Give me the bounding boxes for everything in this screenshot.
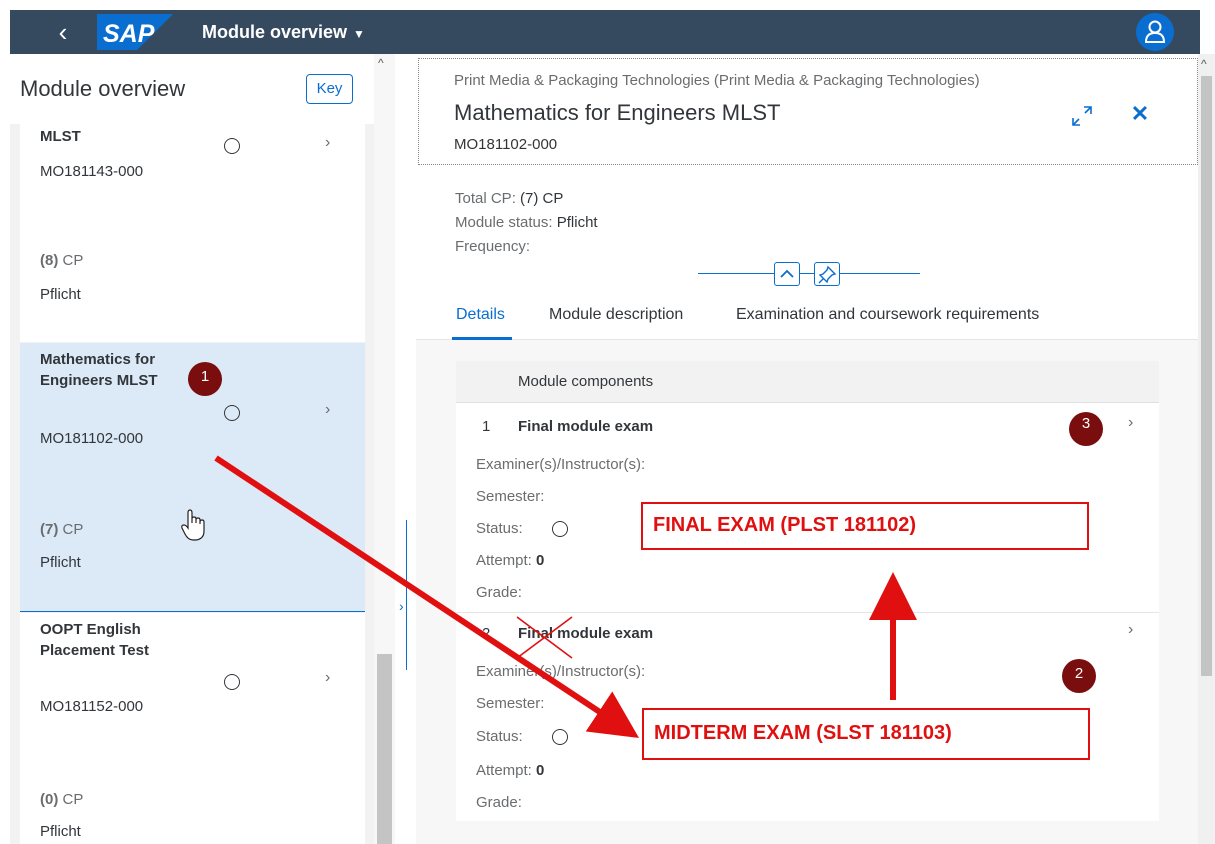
module-status-attribute: Module status: Pflicht bbox=[455, 214, 598, 231]
attempt-field: Attempt: 0 bbox=[476, 552, 545, 569]
status-circle-icon bbox=[224, 138, 240, 154]
examiner-field: Examiner(s)/Instructor(s): bbox=[476, 456, 646, 473]
chevron-left-icon: ‹ bbox=[58, 17, 68, 47]
list-item-cp: (8) CP bbox=[40, 252, 84, 269]
detail-scrollbar[interactable]: ^ bbox=[1198, 54, 1215, 844]
pin-header-button[interactable] bbox=[814, 262, 840, 286]
caret-down-icon: ▼ bbox=[353, 27, 365, 41]
status-circle-icon bbox=[224, 674, 240, 690]
user-icon bbox=[1144, 20, 1166, 43]
list-item-cp: (7) CP bbox=[40, 521, 84, 538]
chevron-right-icon: › bbox=[325, 134, 331, 151]
split-line bbox=[406, 520, 407, 670]
scroll-up-icon[interactable]: ^ bbox=[378, 56, 384, 70]
hand-cursor-icon bbox=[181, 509, 205, 541]
list-item-oopt[interactable]: OOPT English Placement Test MO181152-000… bbox=[20, 613, 365, 844]
status-circle-icon bbox=[224, 405, 240, 421]
module-id: MO181102-000 bbox=[454, 136, 558, 153]
final-exam-note: FINAL EXAM (PLST 181102) bbox=[641, 502, 1089, 550]
row-number: 2 bbox=[482, 625, 491, 642]
row-name: Final module exam bbox=[518, 418, 654, 435]
app-title-menu[interactable]: Module overview ▼ bbox=[202, 20, 365, 46]
list-item-title: MLST bbox=[40, 128, 81, 145]
annotation-badge-3: 3 bbox=[1069, 412, 1103, 446]
app-title: Module overview bbox=[202, 22, 348, 42]
tab-bar: Details Module description Examination a… bbox=[416, 290, 1198, 340]
fullscreen-icon bbox=[1072, 106, 1092, 126]
page-title: Mathematics for Engineers MLST bbox=[454, 100, 781, 125]
collapse-header-button[interactable] bbox=[774, 262, 800, 286]
chevron-right-icon: › bbox=[325, 401, 331, 418]
user-avatar[interactable] bbox=[1136, 13, 1174, 51]
sap-logo: SAP bbox=[97, 14, 173, 50]
shell-bar: ‹ SAP Module overview ▼ bbox=[10, 10, 1200, 54]
list-item-mlst[interactable]: MLST MO181143-000 › (8) CP Pflicht bbox=[20, 124, 365, 342]
chevron-right-icon: › bbox=[1128, 414, 1134, 431]
status-field: Status: bbox=[476, 728, 523, 745]
tab-module-description[interactable]: Module description bbox=[549, 306, 683, 324]
tab-examination-requirements[interactable]: Examination and coursework requirements bbox=[736, 306, 1039, 324]
master-header: Module overview Key bbox=[10, 54, 374, 124]
scrollbar-thumb[interactable] bbox=[377, 654, 392, 844]
expand-master-button[interactable]: › bbox=[396, 520, 416, 670]
close-button[interactable]: ✕ bbox=[1128, 100, 1152, 128]
master-panel: Module overview Key MLST MO181143-000 › … bbox=[10, 54, 395, 844]
row-number: 1 bbox=[482, 418, 491, 435]
master-scrollbar[interactable]: ^ bbox=[374, 54, 395, 844]
sap-logo-text: SAP bbox=[103, 20, 155, 48]
grade-field: Grade: bbox=[476, 794, 522, 811]
master-title: Module overview bbox=[20, 76, 186, 101]
close-icon: ✕ bbox=[1130, 101, 1150, 126]
list-item-title: Mathematics for Engineers MLST bbox=[40, 351, 158, 389]
header-divider bbox=[698, 273, 920, 274]
annotation-badge-2: 2 bbox=[1062, 659, 1096, 693]
list-item-status: Pflicht bbox=[40, 823, 81, 840]
total-cp-attribute: Total CP: (7) CP bbox=[455, 190, 564, 207]
pin-icon bbox=[818, 265, 837, 284]
semester-field: Semester: bbox=[476, 488, 545, 505]
active-tab-indicator bbox=[452, 337, 512, 340]
list-item-cp: (0) CP bbox=[40, 791, 84, 808]
table-header: Module components bbox=[456, 361, 1159, 403]
tab-details[interactable]: Details bbox=[456, 306, 505, 324]
column-header: Module components bbox=[518, 373, 654, 390]
chevron-right-icon: › bbox=[1128, 621, 1134, 638]
list-item-title: OOPT English Placement Test bbox=[40, 621, 149, 659]
list-item-id: MO181152-000 bbox=[40, 698, 144, 715]
chevron-right-icon: › bbox=[325, 669, 331, 686]
examiner-field: Examiner(s)/Instructor(s): bbox=[476, 663, 646, 680]
frequency-attribute: Frequency: bbox=[455, 238, 531, 255]
grade-field: Grade: bbox=[476, 584, 522, 601]
list-item-id: MO181102-000 bbox=[40, 430, 144, 447]
status-circle-icon bbox=[552, 521, 568, 537]
scroll-up-icon[interactable]: ^ bbox=[1201, 57, 1207, 71]
object-header: Print Media & Packaging Technologies (Pr… bbox=[416, 54, 1198, 340]
program-name: Print Media & Packaging Technologies (Pr… bbox=[454, 72, 980, 89]
attempt-field: Attempt: 0 bbox=[476, 762, 545, 779]
fullscreen-button[interactable] bbox=[1070, 104, 1094, 128]
back-button[interactable]: ‹ bbox=[48, 16, 78, 48]
scrollbar-thumb[interactable] bbox=[1201, 76, 1212, 676]
status-field: Status: bbox=[476, 520, 523, 537]
status-circle-icon bbox=[552, 729, 568, 745]
annotation-badge-1: 1 bbox=[188, 362, 222, 396]
key-button[interactable]: Key bbox=[306, 74, 353, 104]
chevron-right-icon: › bbox=[399, 598, 404, 614]
midterm-exam-note: MIDTERM EXAM (SLST 181103) bbox=[642, 708, 1090, 760]
semester-field: Semester: bbox=[476, 695, 545, 712]
list-item-status: Pflicht bbox=[40, 554, 81, 571]
list-item-id: MO181143-000 bbox=[40, 163, 144, 180]
list-item-status: Pflicht bbox=[40, 286, 81, 303]
row-name: Final module exam bbox=[518, 625, 654, 642]
chevron-up-icon bbox=[780, 269, 794, 278]
